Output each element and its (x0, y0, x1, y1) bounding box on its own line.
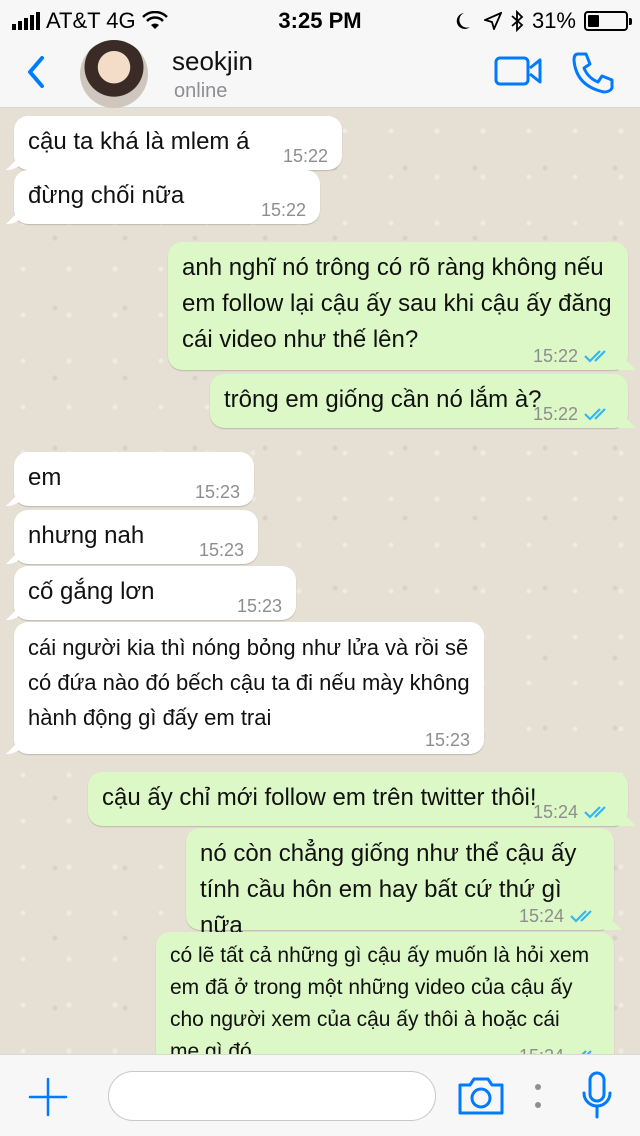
message-meta: 15:22 (283, 146, 328, 166)
location-arrow-icon (483, 12, 502, 30)
message-time: 15:23 (236, 596, 282, 616)
message-meta: 15:22 (533, 346, 614, 366)
microphone-icon[interactable] (580, 1071, 614, 1121)
message-time: 15:23 (424, 730, 470, 750)
message-bubble[interactable]: có lẽ tất cả những gì cậu ấy muốn là hỏi… (156, 932, 614, 1054)
message-bubble[interactable]: cố gắng lơn 15:23 (14, 566, 296, 620)
message-bubble[interactable]: anh nghĩ nó trông có rõ ràng không nếu e… (168, 242, 628, 370)
message-time: 15:22 (260, 200, 306, 220)
message-bubble[interactable]: trông em giống cần nó lắm à? 15:22 (210, 374, 628, 428)
double-check-icon (584, 408, 606, 421)
input-bar (0, 1054, 640, 1136)
message-meta: 15:24 (519, 906, 600, 926)
message-meta: 15:23 (195, 482, 240, 502)
message-meta: 15:22 (533, 404, 614, 424)
message-bubble[interactable]: cậu ta khá là mlem á 15:22 (14, 116, 342, 170)
phone-icon[interactable] (570, 50, 616, 94)
message-meta: 15:22 (261, 200, 306, 220)
double-check-icon (570, 910, 592, 923)
message-bubble[interactable]: em 15:23 (14, 452, 254, 506)
double-check-icon (584, 350, 606, 363)
chat-area[interactable]: cậu ta khá là mlem á 15:22 đừng chối nữa… (0, 108, 640, 1054)
message-meta: 15:23 (199, 540, 244, 560)
status-bar: AT&T 4G 3:25 PM 31% (0, 0, 640, 40)
plus-icon[interactable] (28, 1077, 68, 1117)
chat-header: seokjin online (0, 40, 640, 108)
contact-status: online (174, 80, 228, 102)
double-check-icon (584, 806, 606, 819)
message-text: cái người kia thì nóng bỏng như lửa và r… (28, 635, 470, 730)
status-right: 31% (456, 8, 632, 34)
message-time: 15:24 (519, 1046, 564, 1054)
message-time: 15:24 (532, 802, 578, 822)
message-time: 15:23 (198, 540, 244, 560)
camera-icon[interactable] (456, 1075, 506, 1117)
message-meta: 15:23 (425, 730, 470, 750)
message-meta: 15:24 (533, 802, 614, 822)
contact-name[interactable]: seokjin (172, 46, 253, 77)
message-time: 15:22 (532, 404, 578, 424)
message-time: 15:22 (282, 146, 328, 166)
battery-percent: 31% (531, 8, 576, 33)
message-input[interactable] (108, 1071, 436, 1121)
video-call-icon[interactable] (494, 54, 542, 88)
message-bubble[interactable]: nhưng nah 15:23 (14, 510, 258, 564)
moon-icon (456, 13, 470, 29)
message-bubble[interactable]: đừng chối nữa 15:22 (14, 170, 320, 224)
message-bubble[interactable]: cái người kia thì nóng bỏng như lửa và r… (14, 622, 484, 754)
message-time: 15:22 (532, 346, 578, 366)
message-text: có lẽ tất cả những gì cậu ấy muốn là hỏi… (170, 944, 590, 1054)
bluetooth-icon (511, 10, 524, 32)
message-bubble[interactable]: cậu ấy chỉ mới follow em trên twitter th… (88, 772, 628, 826)
message-meta: 15:24 (519, 1046, 600, 1054)
avatar[interactable] (80, 40, 148, 108)
message-text: nó còn chẳng giống như thể cậu ấy tính c… (200, 840, 577, 939)
more-dots-icon[interactable] (534, 1081, 542, 1111)
message-meta: 15:23 (237, 596, 282, 616)
message-bubble[interactable]: nó còn chẳng giống như thể cậu ấy tính c… (186, 828, 614, 939)
message-text: anh nghĩ nó trông có rõ ràng không nếu e… (182, 254, 612, 353)
message-time: 15:24 (518, 906, 564, 926)
message-time: 15:23 (194, 482, 240, 502)
back-chevron-icon[interactable] (20, 52, 52, 92)
battery-icon (584, 11, 632, 31)
